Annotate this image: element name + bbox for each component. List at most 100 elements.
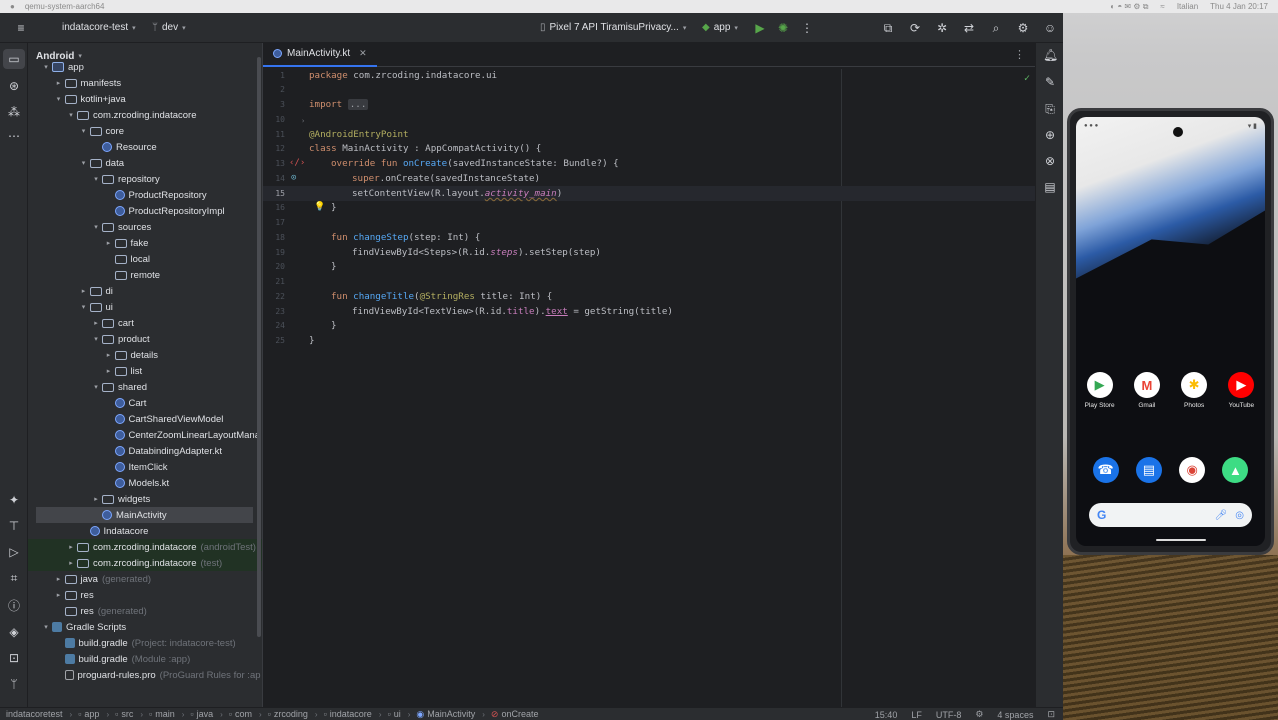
running-devices-icon[interactable]: ⊗	[1043, 154, 1057, 168]
chevron-right-icon[interactable]: ▸	[104, 239, 114, 247]
hamburger-menu-icon[interactable]: ≡	[14, 21, 28, 35]
override-marker-icon[interactable]: ‹/›	[289, 158, 305, 168]
breadcrumb-item[interactable]: indatacoretest ›	[6, 709, 72, 719]
version-control-icon[interactable]: ᛘ	[7, 677, 21, 691]
chevron-right-icon[interactable]: ▸	[104, 367, 114, 375]
indent-setting[interactable]: 4 spaces	[997, 710, 1033, 720]
settings-icon[interactable]: ⚙	[975, 709, 983, 720]
device-selector[interactable]: ▯ Pixel 7 API TiramisuPrivacy... ▾	[540, 22, 686, 33]
tree-item[interactable]: ▸ manifests	[28, 75, 262, 91]
tree-item[interactable]: ▾ app	[28, 59, 262, 75]
line-separator[interactable]: LF	[911, 710, 922, 720]
apple-icon[interactable]: ●	[10, 2, 15, 11]
dock-app-icon[interactable]: ☎	[1092, 457, 1119, 483]
caret-position[interactable]: 15:40	[875, 710, 898, 720]
problems-icon[interactable]: ⓘ	[7, 599, 21, 613]
tree-item[interactable]: ▾ Gradle Scripts	[28, 619, 262, 635]
chevron-right-icon[interactable]: ▸	[91, 495, 101, 503]
structure-icon[interactable]: ⁂	[7, 105, 21, 119]
implements-marker-icon[interactable]: ⊙	[291, 173, 296, 183]
more-tools-icon[interactable]: ⋯	[7, 129, 21, 143]
run-panel-icon[interactable]: ▷	[7, 545, 21, 559]
tree-item[interactable]: ▸ com.zrcoding.indatacore (androidTest)	[28, 539, 262, 555]
menubar-lang[interactable]: Italian	[1177, 2, 1198, 11]
microphone-icon[interactable]: 🎤︎	[1215, 510, 1228, 521]
folded-imports[interactable]: ...	[347, 99, 369, 110]
breadcrumb-item[interactable]: ▫ src ›	[115, 709, 143, 719]
chevron-down-icon[interactable]: ▾	[79, 303, 89, 311]
bug-icon[interactable]: ✲	[935, 21, 949, 35]
tab-mainactivity[interactable]: MainActivity.kt ✕	[263, 43, 377, 67]
tree-item[interactable]: ▾ core	[28, 123, 262, 139]
project-selector[interactable]: indatacore-test ▾	[62, 22, 136, 33]
breadcrumb-item[interactable]: ▫ ui ›	[387, 709, 410, 719]
chevron-right-icon[interactable]: ▸	[54, 575, 64, 583]
tree-item[interactable]: ▸ di	[28, 283, 262, 299]
tree-item[interactable]: ProductRepositoryImpl	[28, 203, 262, 219]
lock-icon[interactable]: ⊡	[1047, 709, 1055, 720]
run-icon[interactable]: ▶	[753, 21, 767, 35]
tree-item[interactable]: local	[28, 251, 262, 267]
tree-item[interactable]: proguard-rules.pro (ProGuard Rules for :a…	[28, 667, 262, 683]
resource-manager-icon[interactable]: ⊛	[7, 79, 21, 93]
tree-item[interactable]: ▾ sources	[28, 219, 262, 235]
tree-item[interactable]: build.gradle (Project: indatacore-test)	[28, 635, 262, 651]
tree-item[interactable]: ItemClick	[28, 459, 262, 475]
project-scrollbar[interactable]	[257, 57, 261, 637]
chevron-down-icon[interactable]: ▾	[41, 623, 51, 631]
tree-item[interactable]: ▾ com.zrcoding.indatacore	[28, 107, 262, 123]
home-app[interactable]: ▶ Play Store	[1078, 372, 1122, 409]
chevron-down-icon[interactable]: ▾	[91, 335, 101, 343]
no-problems-check-icon[interactable]: ✓	[1024, 73, 1030, 84]
emulator-icon[interactable]: ⊕	[1043, 128, 1057, 142]
chevron-right-icon[interactable]: ▸	[91, 319, 101, 327]
fold-arrow-icon[interactable]: ›	[301, 117, 305, 125]
chevron-down-icon[interactable]: ▾	[79, 127, 89, 135]
chevron-right-icon[interactable]: ▸	[66, 559, 76, 567]
tree-item[interactable]: ▾ repository	[28, 171, 262, 187]
chevron-down-icon[interactable]: ▾	[91, 223, 101, 231]
tree-item[interactable]: Cart	[28, 395, 262, 411]
tree-item[interactable]: ▾ product	[28, 331, 262, 347]
tree-item[interactable]: Indatacore	[28, 523, 262, 539]
home-app[interactable]: ✱ Photos	[1172, 372, 1216, 409]
breadcrumb-item[interactable]: ▫ main ›	[149, 709, 184, 719]
breadcrumb-item[interactable]: ▫ indatacore ›	[324, 709, 382, 719]
wifi-icon[interactable]: ≈	[1160, 2, 1164, 11]
menubar-app-title[interactable]: qemu-system-aarch64	[25, 2, 105, 11]
file-encoding[interactable]: UTF-8	[936, 710, 962, 720]
device-manager-icon[interactable]: ⧉	[881, 21, 895, 35]
terminal-icon[interactable]: ⊡	[7, 651, 21, 665]
menubar-clock[interactable]: Thu 4 Jan 20:17	[1210, 2, 1268, 11]
project-folder-icon[interactable]: ▭	[7, 52, 21, 66]
chevron-right-icon[interactable]: ▸	[54, 591, 64, 599]
dock-app-icon[interactable]: ▲	[1222, 457, 1249, 483]
search-icon[interactable]: ⌕	[989, 21, 1003, 35]
lens-camera-icon[interactable]: ◎	[1235, 510, 1244, 521]
tree-item[interactable]: DatabindingAdapter.kt	[28, 443, 262, 459]
chevron-right-icon[interactable]: ▸	[54, 79, 64, 87]
chevron-down-icon[interactable]: ▾	[54, 95, 64, 103]
chevron-down-icon[interactable]: ▾	[41, 63, 51, 71]
debug-icon[interactable]: ✺	[776, 21, 790, 35]
hammer-icon[interactable]: ⊤	[7, 519, 21, 533]
app-quality-icon[interactable]: ◈	[7, 625, 21, 639]
home-app[interactable]: M Gmail	[1125, 372, 1169, 409]
gear-icon[interactable]: ⚙	[1016, 21, 1030, 35]
tree-item[interactable]: Resource	[28, 139, 262, 155]
layout-inspector-icon[interactable]: ▤	[1043, 180, 1057, 194]
lightbulb-icon[interactable]: 💡	[314, 202, 325, 212]
build-variants-icon[interactable]: ✦	[7, 493, 21, 507]
chevron-down-icon[interactable]: ▾	[79, 159, 89, 167]
tree-item[interactable]: ▸ fake	[28, 235, 262, 251]
tree-item[interactable]: MainActivity	[36, 507, 253, 523]
chevron-down-icon[interactable]: ▾	[91, 175, 101, 183]
tree-item[interactable]: CenterZoomLinearLayoutMana	[28, 427, 262, 443]
tree-item[interactable]: ▾ ui	[28, 299, 262, 315]
tree-item[interactable]: ▸ java (generated)	[28, 571, 262, 587]
dock-app-icon[interactable]: ◉	[1179, 457, 1206, 483]
tree-item[interactable]: ProductRepository	[28, 187, 262, 203]
tree-item[interactable]: build.gradle (Module :app)	[28, 651, 262, 667]
tree-item[interactable]: CartSharedViewModel	[28, 411, 262, 427]
chevron-right-icon[interactable]: ▸	[79, 287, 89, 295]
